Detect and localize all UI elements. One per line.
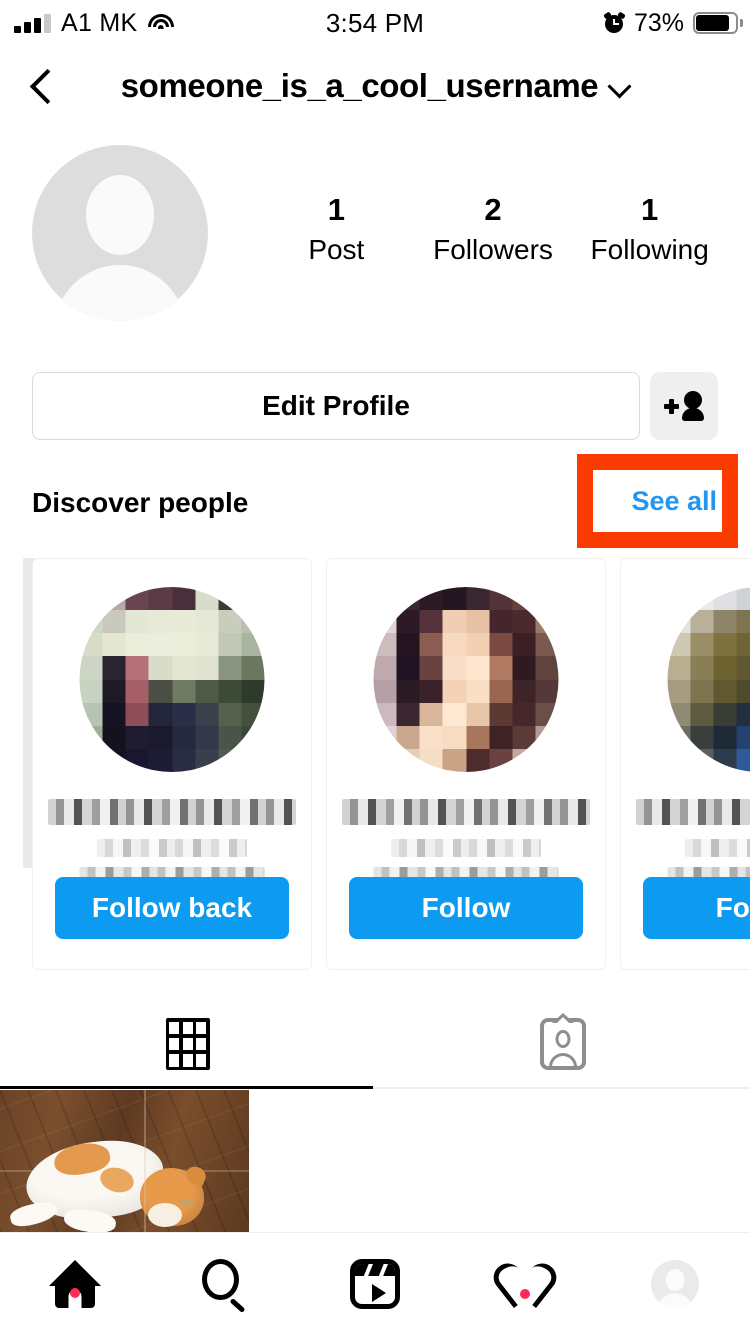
stat-posts[interactable]: 1 Post [258, 192, 415, 266]
add-person-icon [664, 391, 704, 421]
tab-tagged[interactable] [375, 1000, 750, 1088]
discover-card[interactable]: Follow [620, 558, 750, 970]
tab-grid[interactable] [0, 1000, 375, 1088]
alarm-clock-icon [603, 10, 626, 34]
battery-icon [693, 12, 743, 34]
profile-header: someone_is_a_cool_username [0, 46, 750, 126]
profile-content-tabs [0, 1000, 750, 1089]
search-icon [200, 1258, 250, 1313]
nav-profile[interactable] [600, 1259, 750, 1308]
profile-avatar-icon [651, 1259, 699, 1308]
stat-following-label: Following [590, 234, 709, 266]
status-bar: A1 MK 3:54 PM 73% [0, 0, 750, 46]
profile-actions: Edit Profile [0, 372, 750, 440]
discover-card[interactable]: Follow [326, 558, 606, 970]
stat-followers-count: 2 [484, 192, 502, 227]
discover-card-name-hidden [48, 799, 296, 825]
follow-button[interactable]: Follow [643, 877, 750, 939]
back-chevron-icon[interactable] [22, 66, 62, 106]
stat-followers-label: Followers [433, 234, 553, 266]
discover-card-photo [79, 587, 265, 772]
nav-reels[interactable] [300, 1258, 450, 1309]
activity-badge-dot [520, 1288, 530, 1299]
stat-posts-count: 1 [327, 192, 345, 227]
discover-card-username-hidden [685, 839, 750, 857]
discover-card-username-hidden [391, 839, 541, 857]
grid-icon [165, 1018, 210, 1070]
home-badge-dot [70, 1287, 80, 1298]
edit-profile-button[interactable]: Edit Profile [32, 372, 640, 440]
nav-activity[interactable] [450, 1257, 600, 1309]
heart-icon [488, 1257, 562, 1309]
cat-photo-subject [8, 1122, 209, 1232]
discover-card-name-hidden [636, 799, 750, 825]
stat-followers[interactable]: 2 Followers [415, 192, 572, 266]
instagram-profile-screen: A1 MK 3:54 PM 73% someone_is_a_cool_user… [0, 0, 750, 1334]
discover-card[interactable]: Follow back [32, 558, 312, 970]
post-thumbnail[interactable] [0, 1090, 249, 1232]
stat-posts-label: Post [308, 234, 365, 266]
profile-stats: 1 Post 2 Followers 1 Following [258, 192, 728, 266]
active-tab-underline [0, 1086, 373, 1089]
nav-home[interactable] [0, 1259, 150, 1308]
discover-card-name-hidden [342, 799, 590, 825]
see-all-link-highlighted[interactable]: See all [577, 454, 738, 548]
battery-percent-label: 73% [633, 8, 684, 37]
status-bar-right: 73% [603, 8, 743, 38]
profile-summary: 1 Post 2 Followers 1 Following [0, 145, 750, 330]
stat-following-count: 1 [641, 192, 659, 227]
discover-people-title: Discover people [32, 487, 249, 518]
posts-grid [0, 1090, 750, 1232]
discover-people-button[interactable] [650, 372, 718, 440]
follow-button[interactable]: Follow [349, 877, 583, 939]
avatar[interactable] [32, 145, 208, 321]
discover-card-photo [373, 587, 559, 772]
follow-back-button[interactable]: Follow back [55, 877, 289, 939]
page-title: someone_is_a_cool_username [120, 67, 599, 104]
reels-icon [350, 1258, 400, 1309]
discover-people-carousel[interactable]: Follow back Follow Follow [0, 548, 750, 980]
post-image [0, 1090, 249, 1232]
bottom-navigation-bar [0, 1232, 750, 1334]
discover-card-photo [667, 587, 750, 772]
tagged-person-icon [539, 1013, 586, 1070]
posts-grid-empty-area [251, 1090, 750, 1232]
chevron-down-icon[interactable] [609, 78, 629, 98]
discover-card-username-hidden [97, 839, 247, 857]
home-icon [49, 1259, 101, 1308]
nav-search[interactable] [150, 1258, 300, 1313]
username-dropdown[interactable]: someone_is_a_cool_username [121, 67, 630, 105]
stat-following[interactable]: 1 Following [571, 192, 728, 266]
